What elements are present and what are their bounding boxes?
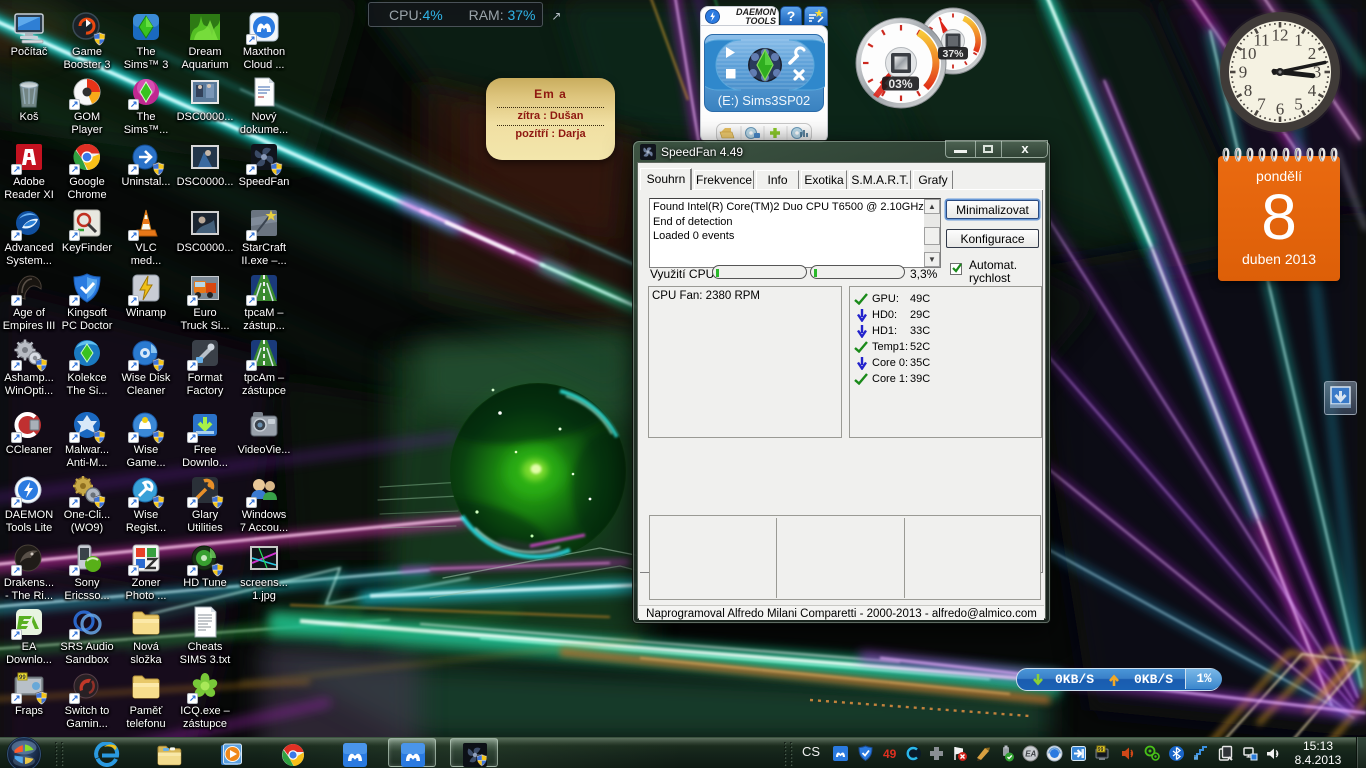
svg-text:5: 5 [1294, 95, 1303, 114]
svg-text:12: 12 [1272, 26, 1289, 45]
svg-text:03%: 03% [888, 77, 912, 91]
svg-text:37%: 37% [942, 48, 964, 60]
svg-text:7: 7 [1257, 95, 1266, 114]
svg-text:99: 99 [1098, 747, 1104, 753]
svg-text:EA: EA [1025, 750, 1036, 759]
svg-text:6: 6 [1276, 100, 1285, 119]
svg-text:9: 9 [1239, 63, 1248, 82]
svg-text:8: 8 [1244, 81, 1253, 100]
svg-text:11: 11 [1253, 31, 1269, 50]
svg-text:4: 4 [1308, 81, 1317, 100]
svg-text:2: 2 [1308, 44, 1317, 63]
svg-text:1: 1 [1294, 31, 1303, 50]
svg-text:49: 49 [883, 747, 897, 761]
svg-text:99: 99 [19, 675, 26, 681]
